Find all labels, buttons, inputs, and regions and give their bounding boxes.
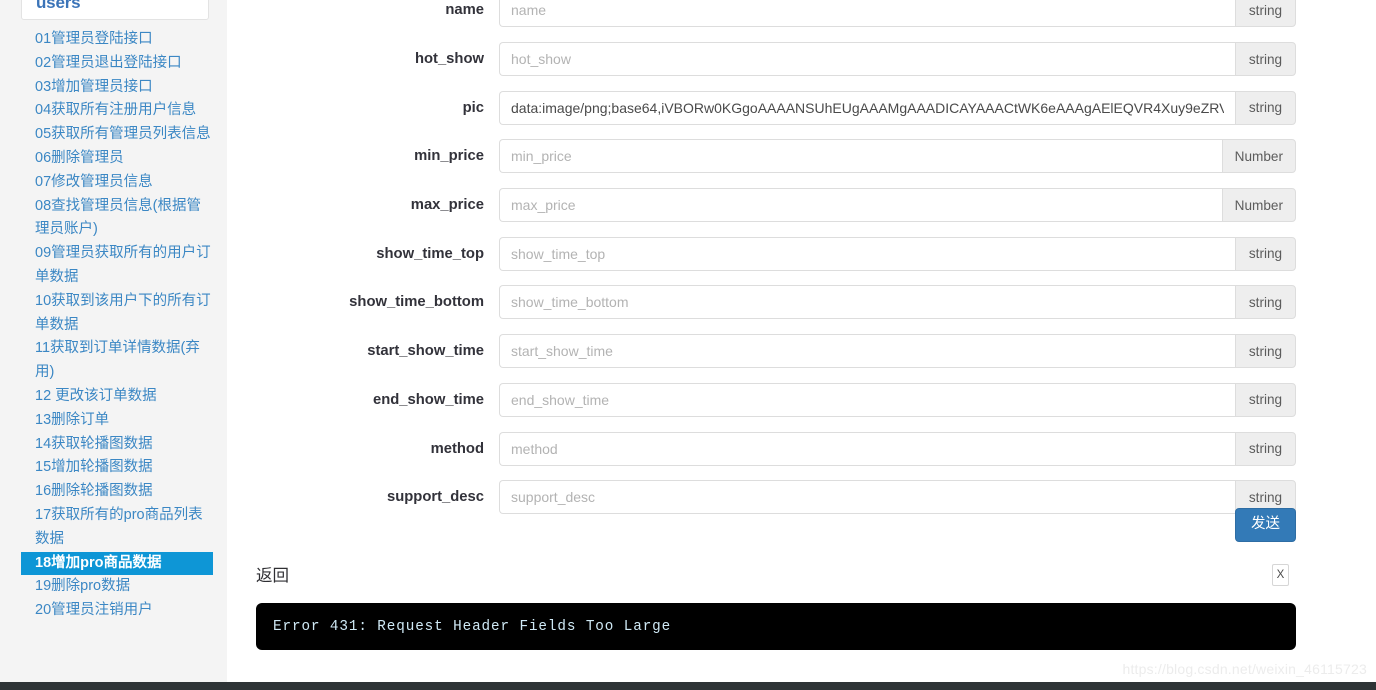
type-addon-name: string — [1235, 0, 1296, 28]
type-addon-show_time_bottom: string — [1235, 285, 1296, 320]
watermark-text: https://blog.csdn.net/weixin_46115723 — [1122, 661, 1367, 677]
type-addon-pic: string — [1235, 90, 1296, 125]
sidebar: users 01管理员登陆接口 02管理员退出登陆接口 03增加管理员接口 04获取所… — [0, 0, 227, 682]
input-hot_show[interactable] — [499, 42, 1235, 77]
return-title: 返回 — [256, 567, 289, 585]
field-label-show_time_top: show_time_top — [376, 245, 484, 262]
type-addon-show_time_top: string — [1235, 236, 1296, 271]
input-name[interactable] — [499, 0, 1235, 28]
field-label-start_show_time: start_show_time — [367, 343, 484, 360]
sidebar-item-15[interactable]: 15增加轮播图数据 — [21, 456, 213, 480]
sidebar-item-13[interactable]: 13删除订单 — [21, 409, 213, 433]
footer-bar — [0, 682, 1376, 690]
sidebar-item-7[interactable]: 07修改管理员信息 — [21, 171, 213, 195]
input-group-method: string — [499, 431, 1296, 466]
sidebar-nav-list: 01管理员登陆接口 02管理员退出登陆接口 03增加管理员接口 04获取所有注册用户信… — [21, 28, 213, 623]
field-label-end_show_time: end_show_time — [372, 391, 484, 408]
input-group-end_show_time: string — [499, 382, 1296, 417]
sidebar-title: users — [36, 0, 81, 12]
sidebar-item-11[interactable]: 11获取到订单详情数据(弃用) — [21, 337, 213, 385]
input-start_show_time[interactable] — [499, 334, 1235, 369]
input-group-hot_show: string — [499, 42, 1296, 77]
sidebar-item-19[interactable]: 19删除pro数据 — [21, 575, 213, 599]
content-area: namestringhot_showstringpicstringmin_pri… — [227, 0, 1376, 682]
input-group-max_price: Number — [499, 188, 1296, 223]
field-label-name: name — [445, 2, 484, 19]
form-row-end_show_time: end_show_time string — [227, 376, 1296, 425]
sidebar-item-1[interactable]: 01管理员登陆接口 — [21, 28, 213, 52]
field-label-hot_show: hot_show — [414, 51, 484, 68]
input-group-show_time_bottom: string — [499, 285, 1296, 320]
form-row-hot_show: hot_show string — [227, 35, 1296, 84]
input-group-start_show_time: string — [499, 334, 1296, 369]
sidebar-header-card: users — [21, 0, 209, 20]
field-label-pic: pic — [462, 99, 484, 116]
sidebar-item-9[interactable]: 09管理员获取所有的用户订单数据 — [21, 242, 213, 290]
form-row-start_show_time: start_show_time string — [227, 327, 1296, 376]
send-button[interactable]: 发送 — [1235, 508, 1296, 542]
field-label-show_time_bottom: show_time_bottom — [349, 294, 484, 311]
send-button-row: 发送 — [227, 508, 1296, 542]
input-min_price[interactable] — [499, 139, 1222, 174]
sidebar-item-2[interactable]: 02管理员退出登陆接口 — [21, 52, 213, 76]
input-max_price[interactable] — [499, 188, 1222, 223]
sidebar-item-6[interactable]: 06删除管理员 — [21, 147, 213, 171]
type-addon-start_show_time: string — [1235, 334, 1296, 369]
input-group-show_time_top: string — [499, 236, 1296, 271]
type-addon-method: string — [1235, 431, 1296, 466]
form-row-show_time_top: show_time_top string — [227, 229, 1296, 278]
sidebar-item-12[interactable]: 12 更改该订单数据 — [21, 385, 213, 409]
sidebar-item-14[interactable]: 14获取轮播图数据 — [21, 433, 213, 457]
sidebar-item-16[interactable]: 16删除轮播图数据 — [21, 480, 213, 504]
form-row-method: method string — [227, 424, 1296, 473]
close-icon[interactable]: X — [1272, 564, 1289, 586]
input-group-min_price: Number — [499, 139, 1296, 174]
sidebar-item-18[interactable]: 18增加pro商品数据 — [21, 551, 213, 576]
return-header: 返回 X — [256, 564, 1296, 592]
form-row-name: name string — [227, 0, 1296, 35]
sidebar-item-17[interactable]: 17获取所有的pro商品列表数据 — [21, 504, 213, 552]
page-root: users 01管理员登陆接口 02管理员退出登陆接口 03增加管理员接口 04获取所… — [0, 0, 1376, 690]
input-group-pic: string — [499, 90, 1296, 125]
api-parameter-form: namestringhot_showstringpicstringmin_pri… — [227, 0, 1296, 522]
return-section: 返回 X Error 431: Request Header Fields To… — [256, 564, 1296, 650]
sidebar-item-20[interactable]: 20管理员注销用户 — [21, 599, 213, 623]
input-method[interactable] — [499, 431, 1235, 466]
input-end_show_time[interactable] — [499, 382, 1235, 417]
form-row-pic: pic string — [227, 83, 1296, 132]
sidebar-item-3[interactable]: 03增加管理员接口 — [21, 76, 213, 100]
input-group-name: string — [499, 0, 1296, 28]
type-addon-min_price: Number — [1221, 139, 1296, 174]
return-output-console: Error 431: Request Header Fields Too Lar… — [256, 603, 1296, 650]
form-row-max_price: max_price Number — [227, 181, 1296, 230]
input-pic[interactable] — [499, 90, 1235, 125]
type-addon-max_price: Number — [1221, 188, 1296, 223]
field-label-support_desc: support_desc — [386, 489, 484, 506]
field-label-max_price: max_price — [410, 197, 484, 214]
sidebar-item-5[interactable]: 05获取所有管理员列表信息 — [21, 123, 213, 147]
input-show_time_top[interactable] — [499, 236, 1235, 271]
sidebar-item-8[interactable]: 08查找管理员信息(根据管理员账户) — [21, 195, 213, 243]
form-row-show_time_bottom: show_time_bottom string — [227, 278, 1296, 327]
field-label-min_price: min_price — [414, 148, 484, 165]
return-output-text: Error 431: Request Header Fields Too Lar… — [273, 618, 672, 635]
field-label-method: method — [430, 440, 484, 457]
sidebar-item-10[interactable]: 10获取到该用户下的所有订单数据 — [21, 290, 213, 338]
input-show_time_bottom[interactable] — [499, 285, 1235, 320]
form-row-min_price: min_price Number — [227, 132, 1296, 181]
sidebar-item-4[interactable]: 04获取所有注册用户信息 — [21, 99, 213, 123]
type-addon-end_show_time: string — [1235, 382, 1296, 417]
type-addon-hot_show: string — [1235, 42, 1296, 77]
